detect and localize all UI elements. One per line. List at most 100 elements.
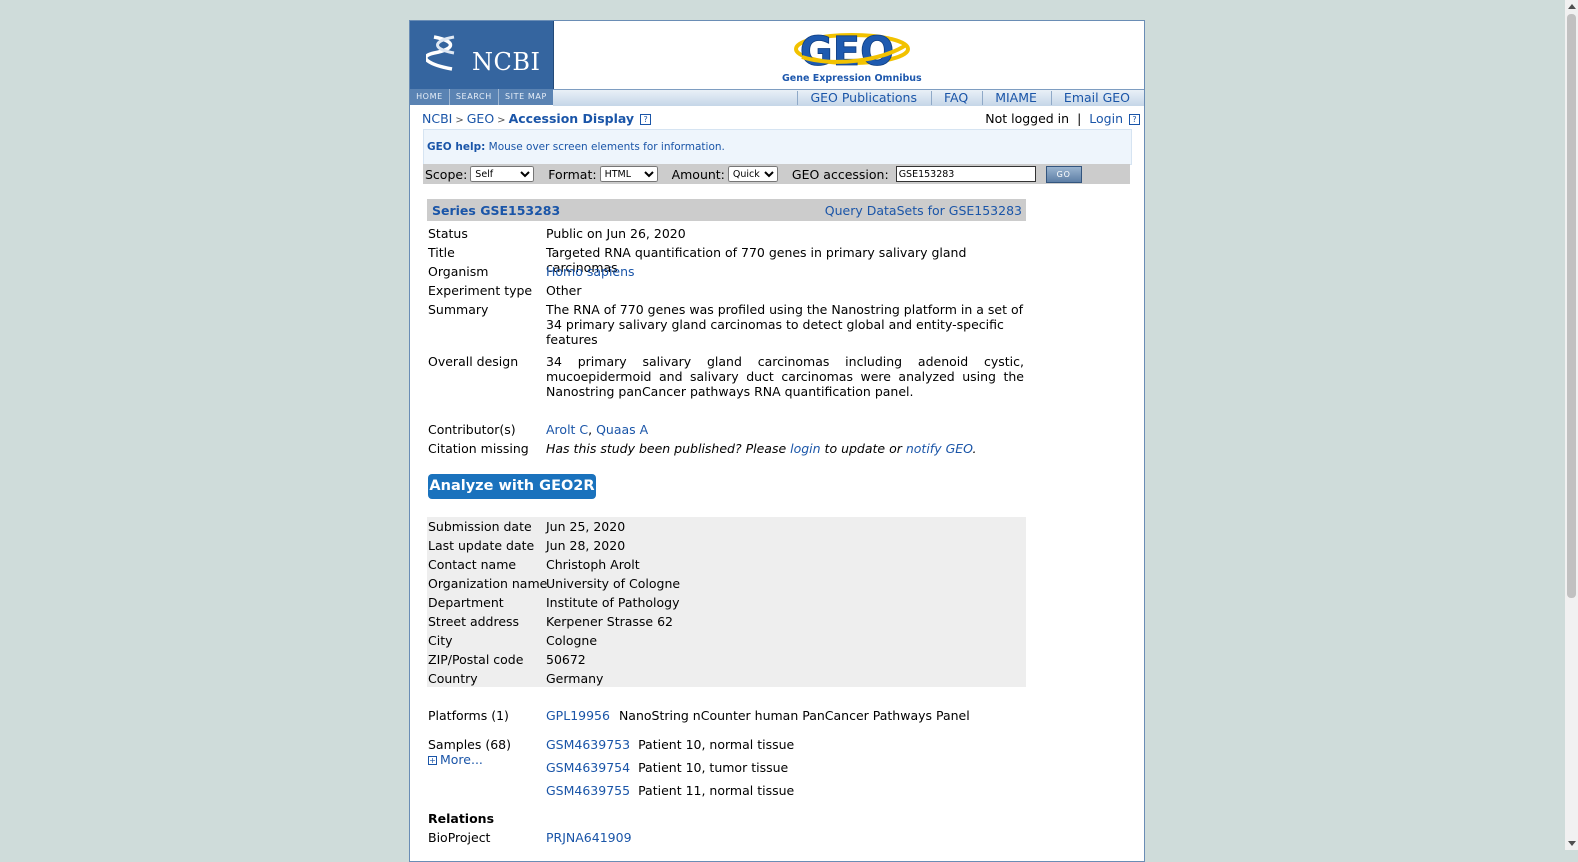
page-scrollbar[interactable] xyxy=(1565,0,1578,850)
contributor-link[interactable]: Quaas A xyxy=(596,422,648,437)
field-value: Institute of Pathology xyxy=(546,595,680,610)
bioproject-link[interactable]: PRJNA641909 xyxy=(546,830,1024,845)
search-bar: Scope: Self Format: HTML Amount: Quick G… xyxy=(423,164,1130,184)
login-area: Not logged in | Login? xyxy=(985,111,1140,126)
scroll-down-arrow-icon[interactable] xyxy=(1568,841,1576,846)
breadcrumb-separator: > xyxy=(455,115,464,126)
ncbi-helix-icon xyxy=(426,35,455,71)
field-label: Contributor(s) xyxy=(428,422,516,437)
field-label: BioProject xyxy=(428,830,491,845)
nav-home-link[interactable]: HOME xyxy=(410,89,450,105)
expand-plus-icon: + xyxy=(428,756,437,765)
field-value: Cologne xyxy=(546,633,598,648)
miame-link[interactable]: MIAME xyxy=(982,91,1051,105)
help-question-icon[interactable]: ? xyxy=(640,114,652,125)
more-label: More... xyxy=(440,752,483,767)
field-value: Germany xyxy=(546,671,604,686)
email-geo-link[interactable]: Email GEO xyxy=(1050,91,1144,105)
field-label: City xyxy=(428,633,453,648)
sample-name: Patient 10, tumor tissue xyxy=(638,760,789,775)
scroll-up-arrow-icon[interactable] xyxy=(1568,4,1576,9)
field-label: Samples (68) xyxy=(428,737,512,752)
citation-text: Has this study been published? Please xyxy=(546,441,791,456)
accession-input[interactable] xyxy=(895,166,1036,182)
field-label: ZIP/Postal code xyxy=(428,652,524,667)
field-label: Platforms (1) xyxy=(428,708,509,723)
page-container: NCBI HOME SEARCH SITE MAP GEO Gene Expre… xyxy=(409,20,1145,862)
series-title: Series GSE153283 xyxy=(432,203,561,218)
breadcrumb-separator: > xyxy=(497,115,506,126)
field-value: 50672 xyxy=(546,652,586,667)
field-label: Country xyxy=(428,671,478,686)
scope-select[interactable]: Self xyxy=(470,166,535,182)
scope-label: Scope: xyxy=(425,166,468,182)
field-value: Christoph Arolt xyxy=(546,557,640,572)
help-text: Mouse over screen elements for informati… xyxy=(488,141,725,153)
sample-name: Patient 11, normal tissue xyxy=(638,783,795,798)
geo-logo-graphic: GEO xyxy=(794,29,910,75)
citation-login-link[interactable]: login xyxy=(790,441,820,456)
breadcrumb: NCBI > GEO > Accession Display? xyxy=(422,111,652,126)
citation-text: . xyxy=(972,441,977,456)
analyze-geo2r-button[interactable]: Analyze with GEO2R xyxy=(428,474,596,499)
sample-link[interactable]: GSM4639755 xyxy=(546,783,630,798)
breadcrumb-geo-link[interactable]: GEO xyxy=(467,111,494,126)
help-box: GEO help: Mouse over screen elements for… xyxy=(423,129,1132,165)
field-value: Kerpener Strasse 62 xyxy=(546,614,673,629)
sample-name: Patient 10, normal tissue xyxy=(638,737,795,752)
relations-heading: Relations xyxy=(428,811,495,826)
ncbi-nav: HOME SEARCH SITE MAP xyxy=(410,89,553,105)
field-label: Street address xyxy=(428,614,520,629)
field-label: Department xyxy=(428,595,504,610)
sample-link[interactable]: GSM4639754 xyxy=(546,760,630,775)
sample-link[interactable]: GSM4639753 xyxy=(546,737,630,752)
samples-more-link[interactable]: + More... xyxy=(428,752,483,767)
login-link[interactable]: Login xyxy=(1089,111,1123,126)
field-label: Experiment type xyxy=(428,283,533,298)
geo-subtitle: Gene Expression Omnibus xyxy=(782,73,922,84)
go-button[interactable]: GO xyxy=(1045,165,1082,183)
help-question-icon[interactable]: ? xyxy=(1129,114,1140,125)
format-label: Format: xyxy=(548,166,597,182)
field-value: 34 primary salivary gland carcinomas inc… xyxy=(546,354,1024,399)
faq-link[interactable]: FAQ xyxy=(930,91,982,105)
field-label: Last update date xyxy=(428,538,535,553)
field-label: Overall design xyxy=(428,354,519,369)
field-label: Citation missing xyxy=(428,441,529,456)
notify-geo-link[interactable]: notify GEO xyxy=(906,441,973,456)
field-label: Title xyxy=(428,245,455,260)
platform-link[interactable]: GPL19956 xyxy=(546,708,610,723)
series-header: Series GSE153283 Query DataSets for GSE1… xyxy=(427,199,1026,221)
login-separator: | xyxy=(1077,111,1082,126)
ncbi-logo[interactable]: NCBI xyxy=(410,21,554,90)
accession-label: GEO accession: xyxy=(791,166,889,182)
breadcrumb-ncbi-link[interactable]: NCBI xyxy=(422,111,452,126)
organism-link[interactable]: Homo sapiens xyxy=(546,264,1024,279)
citation-text: to update or xyxy=(820,441,906,456)
format-select[interactable]: HTML xyxy=(599,166,658,182)
ncbi-logo-text: NCBI xyxy=(472,48,541,76)
field-label: Status xyxy=(428,226,468,241)
nav-search-link[interactable]: SEARCH xyxy=(450,89,499,105)
amount-select[interactable]: Quick xyxy=(727,166,778,182)
contributor-link[interactable]: Arolt C xyxy=(546,422,588,437)
field-label: Organization name xyxy=(428,576,548,591)
geo-logo-letters: GEO xyxy=(800,29,894,73)
query-datasets-link[interactable]: Query DataSets for GSE153283 xyxy=(825,203,1022,218)
geo-logo[interactable]: GEO Gene Expression Omnibus xyxy=(782,27,922,84)
field-value: University of Cologne xyxy=(546,576,681,591)
field-label: Submission date xyxy=(428,519,532,534)
help-label: GEO help: xyxy=(427,141,486,153)
nav-sitemap-link[interactable]: SITE MAP xyxy=(499,89,553,105)
field-value: Public on Jun 26, 2020 xyxy=(546,226,686,241)
amount-label: Amount: xyxy=(671,166,725,182)
geo-publications-link[interactable]: GEO Publications xyxy=(797,91,931,105)
scrollbar-thumb[interactable] xyxy=(1567,14,1576,598)
field-value: Other xyxy=(546,283,582,298)
field-label: Organism xyxy=(428,264,489,279)
platform-name: NanoString nCounter human PanCancer Path… xyxy=(618,708,970,723)
login-status: Not logged in xyxy=(985,111,1070,126)
field-label: Summary xyxy=(428,302,489,317)
field-value: Jun 28, 2020 xyxy=(546,538,626,553)
contributor-separator: , xyxy=(588,422,597,437)
